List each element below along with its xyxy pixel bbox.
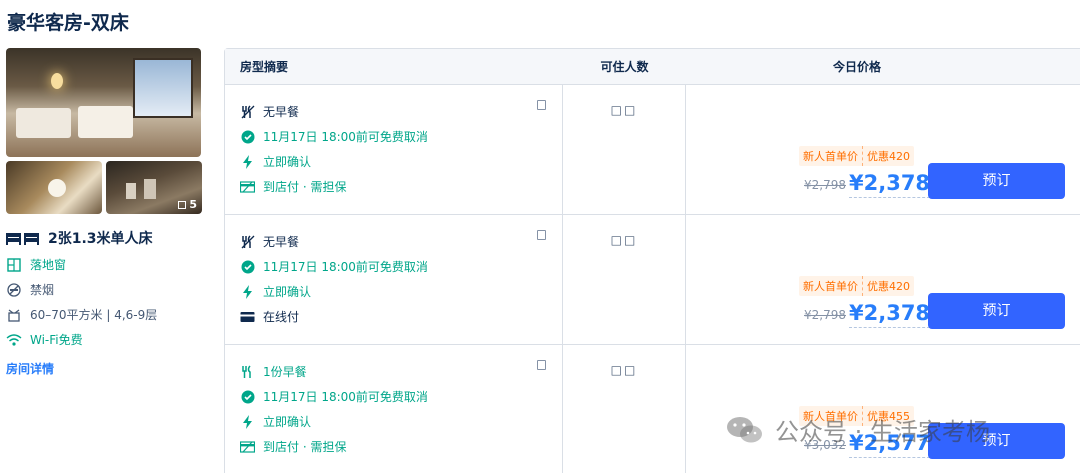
cancel-policy: 11月17日 18:00前可免费取消 (240, 124, 562, 149)
pay-at-hotel-icon (240, 439, 255, 454)
header-guests: 可住人数 (600, 60, 649, 74)
facility-no-smoking: 禁烟 (6, 281, 202, 298)
book-button[interactable]: 预订 (928, 293, 1065, 329)
guest-count: □□ (563, 215, 686, 344)
breakfast-icon (240, 364, 255, 379)
header-price: 今日价格 (832, 60, 881, 74)
window-icon (6, 257, 22, 273)
bed-label: 2张1.3米单人床 (48, 231, 153, 247)
room-thumbnail-more[interactable]: 5 (106, 161, 202, 214)
facility-area: 60–70平方米 | 4,6-9层 (6, 306, 202, 323)
check-circle-icon (240, 259, 255, 274)
no-smoking-icon (6, 282, 22, 298)
rate-row: 1份早餐 11月17日 18:00前可免费取消 立即确认 到店付 · 需担保 □… (225, 345, 1080, 473)
original-price: ¥2,798 (804, 178, 846, 192)
lightning-icon (240, 414, 255, 429)
promo-badge: 新人首单价 优惠455 (799, 406, 914, 426)
promo-badge: 新人首单价 优惠420 (799, 146, 914, 166)
confirm-policy: 立即确认 (240, 409, 562, 434)
current-price[interactable]: ¥2,577 (849, 429, 931, 458)
meal-policy: 1份早餐 (240, 359, 562, 384)
confirm-policy: 立即确认 (240, 279, 562, 304)
check-circle-icon (240, 129, 255, 144)
meal-policy: 无早餐 (240, 229, 562, 254)
no-breakfast-icon (240, 234, 255, 249)
original-price: ¥3,032 (804, 438, 846, 452)
book-button[interactable]: 预订 (928, 423, 1065, 459)
rate-row: 无早餐 11月17日 18:00前可免费取消 立即确认 到店付 · 需担保 □□… (225, 85, 1080, 215)
room-info-panel: 5 2张1.3米单人床 落地窗 禁烟 60–70平方米 | 4,6-9层 Wi-… (6, 48, 202, 377)
payment-policy: 在线付 (240, 304, 562, 329)
lightning-icon (240, 284, 255, 299)
bed-icon (6, 233, 39, 245)
confirm-policy: 立即确认 (240, 149, 562, 174)
photo-count: 5 (178, 198, 197, 211)
no-breakfast-icon (240, 104, 255, 119)
facility-window: 落地窗 (6, 256, 202, 273)
info-icon[interactable] (537, 100, 546, 110)
cancel-policy: 11月17日 18:00前可免费取消 (240, 384, 562, 409)
check-circle-icon (240, 389, 255, 404)
room-thumbnail[interactable] (6, 161, 102, 214)
guest-count: □□ (563, 345, 686, 473)
current-price[interactable]: ¥2,378 (849, 299, 931, 328)
original-price: ¥2,798 (804, 308, 846, 322)
room-title: 豪华客房-双床 (7, 12, 129, 34)
guest-count: □□ (563, 85, 686, 214)
payment-policy: 到店付 · 需担保 (240, 434, 562, 459)
current-price[interactable]: ¥2,378 (849, 169, 931, 198)
area-icon (6, 307, 22, 323)
pay-at-hotel-icon (240, 179, 255, 194)
wifi-icon (6, 332, 22, 348)
photo-icon (178, 200, 187, 209)
rate-row: 无早餐 11月17日 18:00前可免费取消 立即确认 在线付 □□ 新人首单价… (225, 215, 1080, 345)
table-header: 房型摘要 可住人数 今日价格 (225, 49, 1080, 85)
room-detail-link[interactable]: 房间详情 (6, 360, 202, 377)
online-pay-icon (240, 309, 255, 324)
info-icon[interactable] (537, 360, 546, 370)
rate-table: 房型摘要 可住人数 今日价格 无早餐 11月17日 18:00前可免费取消 立即… (224, 48, 1080, 473)
header-summary: 房型摘要 (240, 60, 289, 74)
cancel-policy: 11月17日 18:00前可免费取消 (240, 254, 562, 279)
lightning-icon (240, 154, 255, 169)
book-button[interactable]: 预订 (928, 163, 1065, 199)
promo-badge: 新人首单价 优惠420 (799, 276, 914, 296)
bed-info: 2张1.3米单人床 (6, 228, 202, 248)
payment-policy: 到店付 · 需担保 (240, 174, 562, 199)
facility-wifi: Wi-Fi免费 (6, 331, 202, 348)
meal-policy: 无早餐 (240, 99, 562, 124)
info-icon[interactable] (537, 230, 546, 240)
room-main-photo[interactable] (6, 48, 201, 157)
